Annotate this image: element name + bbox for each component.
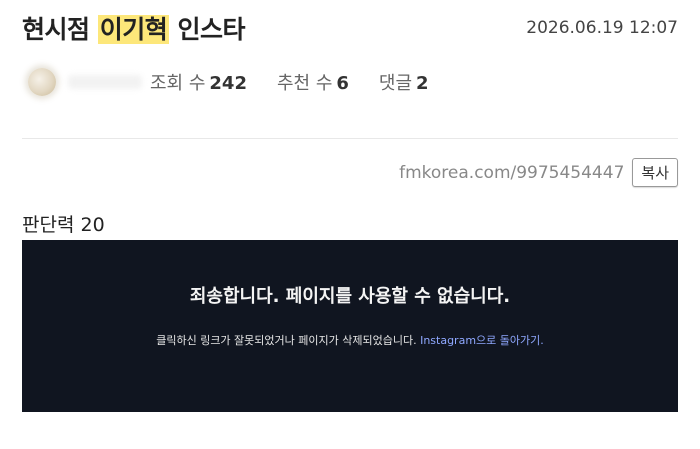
view-count-label: 조회 수 [150,73,206,94]
embed-error-title: 죄송합니다. 페이지를 사용할 수 없습니다. [189,286,511,307]
comment-count-label: 댓글 [378,73,413,94]
view-count: 조회 수 242 [150,69,247,95]
embed-error-message: 클릭하신 링크가 잘못되었거나 페이지가 삭제되었습니다. Instagram으… [22,332,678,348]
title-prefix: 현시점 [22,15,98,44]
post-meta: 조회 수 242 추천 수6 댓글 2 [28,64,429,100]
back-to-instagram-link[interactable]: Instagram으로 돌아가기. [420,334,544,347]
post-date: 2026.06.19 12:07 [526,18,678,38]
comment-count-value: 2 [416,73,429,94]
post-url-row: fmkorea.com/9975454447 복사 [399,158,678,187]
comment-count[interactable]: 댓글 2 [379,69,429,95]
copy-url-button[interactable]: 복사 [632,158,678,187]
instagram-embed: 죄송합니다. 페이지를 사용할 수 없습니다. 클릭하신 링크가 잘못되었거나 … [22,240,678,412]
header-divider [22,138,678,139]
like-count-value: 6 [336,73,349,94]
title-highlight: 이기혁 [97,15,170,44]
post-body-text: 판단력 20 [22,214,105,236]
title-suffix: 인스타 [169,15,245,44]
post-title: 현시점 이기혁 인스타 [22,10,245,46]
view-count-value: 242 [209,73,247,94]
like-count: 추천 수6 [277,69,349,95]
author-name-blurred[interactable] [68,75,142,89]
embed-error-text: 클릭하신 링크가 잘못되었거나 페이지가 삭제되었습니다. [156,334,421,347]
post-url[interactable]: fmkorea.com/9975454447 [399,163,624,183]
avatar[interactable] [28,68,56,96]
like-count-label: 추천 수 [276,73,333,94]
